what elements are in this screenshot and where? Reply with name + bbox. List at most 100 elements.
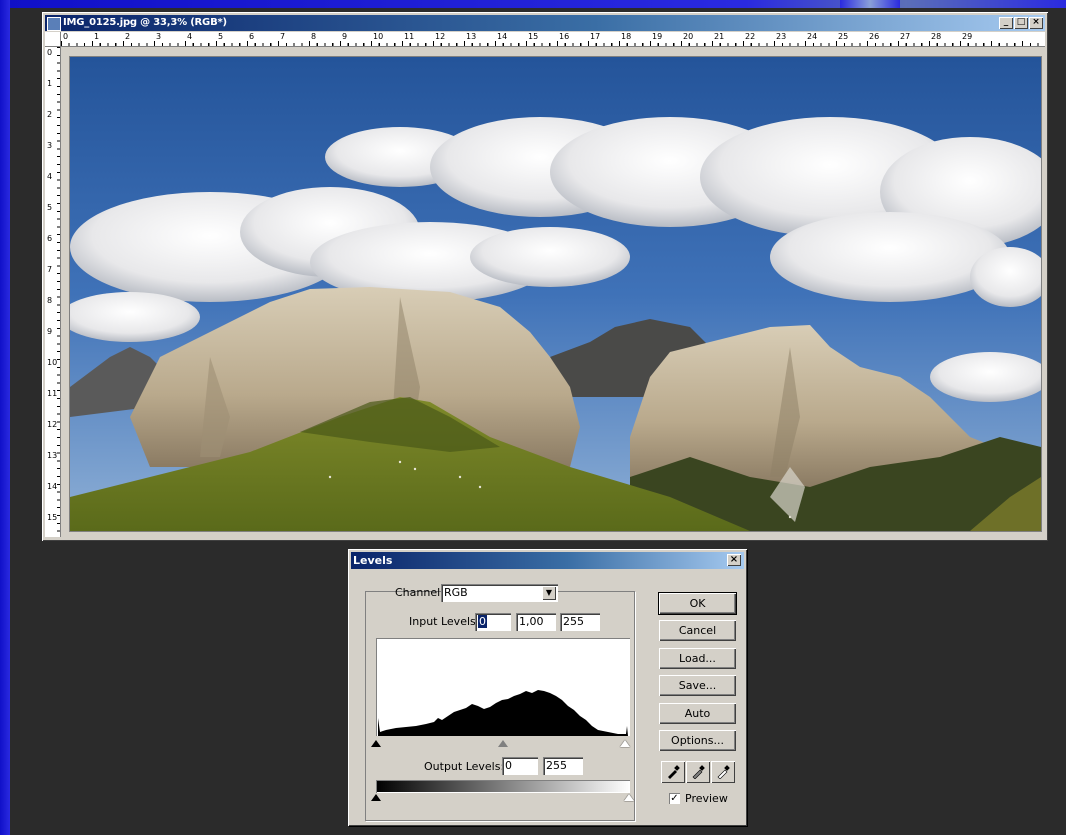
ruler-h-number: 11 <box>404 32 415 41</box>
input-gamma-field[interactable]: 1,00 <box>516 613 556 631</box>
ruler-h-number: 3 <box>156 32 162 41</box>
channel-label: Channel: <box>395 586 444 599</box>
levels-title: Levels <box>353 554 393 567</box>
input-levels-label: Input Levels: <box>409 615 480 628</box>
ruler-v-number: 1 <box>47 79 53 88</box>
photoshop-document-icon <box>47 17 61 31</box>
ruler-h-number: 18 <box>621 32 632 41</box>
ruler-h-number: 19 <box>652 32 663 41</box>
black-eyedropper-icon[interactable] <box>661 761 685 783</box>
output-black-slider[interactable] <box>371 794 381 801</box>
ruler-h-number: 8 <box>311 32 317 41</box>
output-white-slider[interactable] <box>624 794 634 801</box>
desktop-corner-accent <box>840 0 900 8</box>
landscape-photo[interactable] <box>69 56 1042 532</box>
ruler-h-number: 7 <box>280 32 286 41</box>
ruler-v-number: 13 <box>47 451 58 460</box>
input-white-field[interactable]: 255 <box>560 613 600 631</box>
vertical-ruler[interactable]: 0 1 2 3 4 5 6 7 8 9 10 11 12 13 14 15 <box>45 47 61 537</box>
ruler-v-number: 2 <box>47 110 53 119</box>
ruler-v-number: 4 <box>47 172 53 181</box>
ruler-v-number: 14 <box>47 482 58 491</box>
channel-select[interactable]: RGB ▼ <box>441 584 558 602</box>
output-white-field[interactable]: 255 <box>543 757 583 775</box>
ruler-minor-ticks <box>61 43 1045 46</box>
ruler-h-number: 25 <box>838 32 849 41</box>
ruler-origin[interactable] <box>45 32 61 47</box>
black-point-slider[interactable] <box>371 740 381 747</box>
input-black-field[interactable]: 0 <box>475 613 511 631</box>
channel-value: RGB <box>444 586 468 599</box>
ruler-h-number: 14 <box>497 32 508 41</box>
output-gradient-bar <box>376 780 630 793</box>
levels-dialog: Levels × Channel: RGB ▼ Input Levels: 0 … <box>348 549 747 826</box>
ruler-h-number: 17 <box>590 32 601 41</box>
ruler-h-number: 4 <box>187 32 193 41</box>
save-button[interactable]: Save... <box>659 675 736 696</box>
preview-label: Preview <box>685 792 728 805</box>
ruler-v-number: 11 <box>47 389 58 398</box>
ruler-v-number: 10 <box>47 358 58 367</box>
ruler-h-number: 13 <box>466 32 477 41</box>
document-title: IMG_0125.jpg @ 33,3% (RGB*) <box>63 17 227 28</box>
options-button[interactable]: Options... <box>659 730 736 751</box>
ruler-h-number: 28 <box>931 32 942 41</box>
desktop-left-bar <box>0 0 10 835</box>
auto-button[interactable]: Auto <box>659 703 736 724</box>
gamma-slider[interactable] <box>498 740 508 747</box>
input-black-value: 0 <box>478 615 487 628</box>
ruler-v-number: 12 <box>47 420 58 429</box>
ruler-h-number: 20 <box>683 32 694 41</box>
ruler-v-number: 3 <box>47 141 53 150</box>
image-document-window: IMG_0125.jpg @ 33,3% (RGB*) _ □ × 012345… <box>42 12 1048 541</box>
ruler-v-number: 8 <box>47 296 53 305</box>
ruler-v-number: 6 <box>47 234 53 243</box>
input-levels-slider[interactable] <box>371 738 630 748</box>
ruler-h-number: 10 <box>373 32 384 41</box>
ruler-h-number: 24 <box>807 32 818 41</box>
ruler-h-number: 26 <box>869 32 880 41</box>
output-levels-label: Output Levels: <box>424 760 505 773</box>
desktop-top-bar <box>0 0 1066 8</box>
maximize-button[interactable]: □ <box>1014 17 1028 29</box>
ruler-v-number: 5 <box>47 203 53 212</box>
ruler-v-number: 9 <box>47 327 53 336</box>
ruler-h-number: 1 <box>94 32 100 41</box>
ruler-h-number: 6 <box>249 32 255 41</box>
minimize-button[interactable]: _ <box>999 17 1013 29</box>
ruler-h-number: 23 <box>776 32 787 41</box>
histogram-graph <box>378 690 628 736</box>
ruler-h-number: 5 <box>218 32 224 41</box>
ruler-h-number: 12 <box>435 32 446 41</box>
ruler-h-number: 9 <box>342 32 348 41</box>
output-black-field[interactable]: 0 <box>502 757 538 775</box>
ruler-h-number: 15 <box>528 32 539 41</box>
ruler-h-number: 16 <box>559 32 570 41</box>
ruler-v-number: 7 <box>47 265 53 274</box>
gray-eyedropper-icon[interactable] <box>686 761 710 783</box>
document-title-bar[interactable]: IMG_0125.jpg @ 33,3% (RGB*) _ □ × <box>45 15 1045 31</box>
ruler-minor-ticks <box>57 47 60 537</box>
white-eyedropper-icon[interactable] <box>711 761 735 783</box>
levels-title-bar[interactable]: Levels × <box>351 552 744 569</box>
ruler-v-number: 15 <box>47 513 58 522</box>
load-button[interactable]: Load... <box>659 648 736 669</box>
cancel-button[interactable]: Cancel <box>659 620 736 641</box>
close-window-button[interactable]: × <box>1029 17 1043 29</box>
ruler-h-number: 29 <box>962 32 973 41</box>
horizontal-ruler[interactable]: 0 1 2 3 4 5 6 7 8 9 10 11 12 13 14 15 16 17 18 19 20 21 22 23 24… <box>61 32 1045 47</box>
white-point-slider[interactable] <box>620 740 630 747</box>
ruler-h-number: 2 <box>125 32 131 41</box>
ruler-h-number: 22 <box>745 32 756 41</box>
ruler-v-number: 0 <box>47 48 53 57</box>
preview-checkbox[interactable]: ✓ <box>669 793 680 804</box>
ruler-numbers: 0 1 2 3 4 5 6 7 8 9 10 11 12 13 14 15 16 17 18 19 20 21 22 23 24… <box>61 32 1045 42</box>
histogram <box>376 638 630 736</box>
ruler-h-number: 0 <box>63 32 69 41</box>
ruler-h-number: 27 <box>900 32 911 41</box>
mountain-photo-image <box>70 57 1041 531</box>
ok-button[interactable]: OK <box>659 593 736 614</box>
window-controls: _ □ × <box>998 17 1043 30</box>
close-dialog-button[interactable]: × <box>727 554 741 566</box>
chevron-down-icon[interactable]: ▼ <box>542 586 556 600</box>
